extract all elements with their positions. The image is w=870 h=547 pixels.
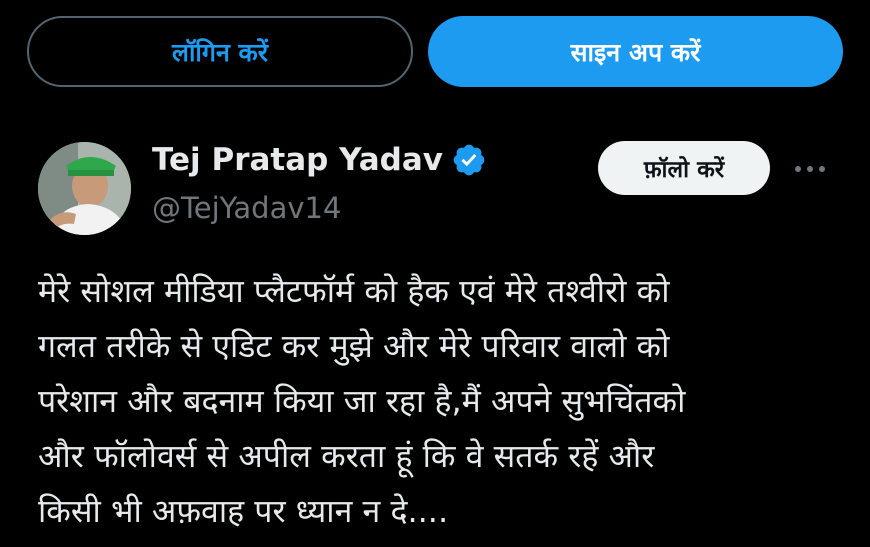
author-handle[interactable]: @TejYadav14 bbox=[152, 191, 341, 225]
tweet-text: मेरे सोशल मीडिया प्लैटफॉर्म को हैक एवं म… bbox=[38, 272, 686, 530]
more-options-icon[interactable] bbox=[788, 152, 832, 186]
verified-badge-icon bbox=[451, 142, 487, 178]
login-button[interactable]: लॉगिन करें bbox=[27, 16, 413, 87]
follow-button[interactable]: फ़ॉलो करें bbox=[598, 141, 770, 195]
author-name-text[interactable]: Tej Pratap Yadav bbox=[152, 142, 443, 178]
avatar-image bbox=[38, 142, 131, 235]
author-name[interactable]: Tej Pratap Yadav bbox=[152, 142, 487, 178]
top-bar: लॉगिन करें साइन अप करें bbox=[0, 0, 870, 110]
avatar[interactable] bbox=[38, 142, 131, 235]
signup-button[interactable]: साइन अप करें bbox=[428, 16, 843, 87]
